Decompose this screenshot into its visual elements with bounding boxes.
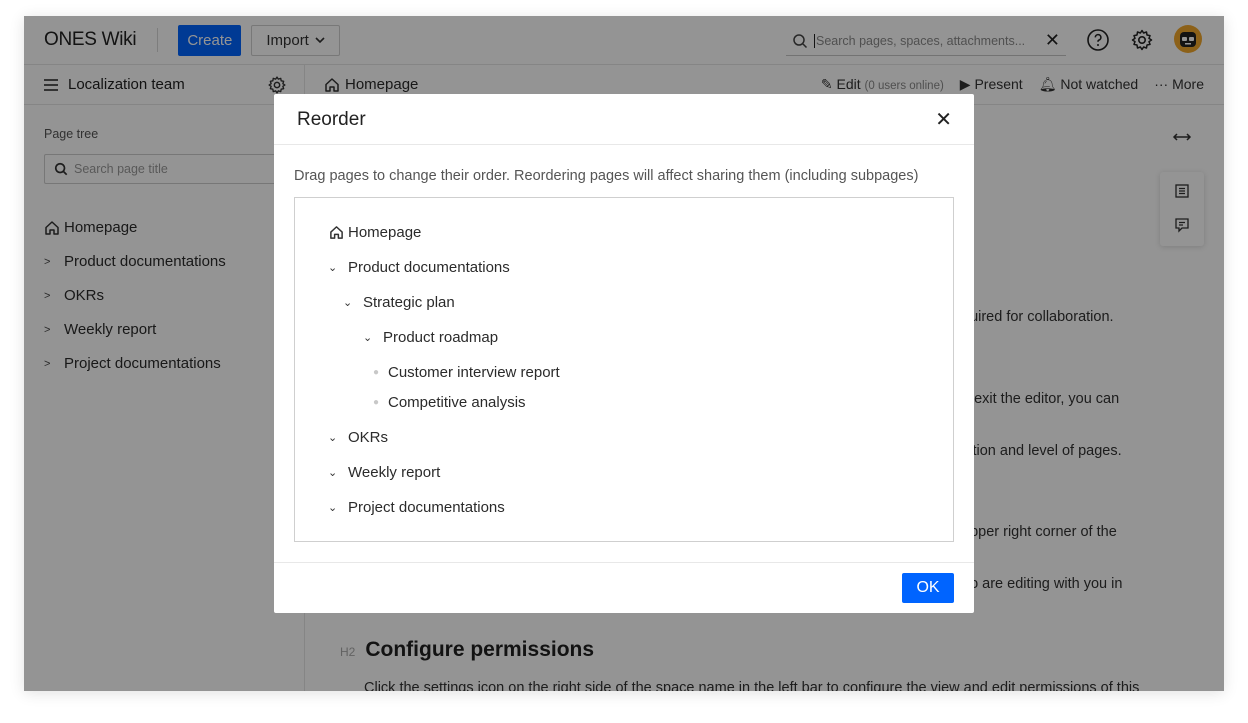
reorder-item-label: OKRs (348, 429, 389, 446)
reorder-item-label: Product documentations (348, 259, 510, 276)
dialog-title: Reorder (297, 109, 366, 130)
reorder-item-label: Homepage (348, 224, 422, 241)
chevron-down-icon[interactable]: ⌄ (328, 261, 348, 274)
bullet-icon: ● (373, 367, 380, 378)
reorder-item-okrs[interactable]: ⌄ OKRs (328, 429, 388, 446)
dialog-header: Reorder ✕ (274, 94, 974, 145)
reorder-item-label: Competitive analysis (388, 394, 526, 411)
reorder-item-label: Customer interview report (388, 364, 560, 381)
reorder-item-label: Product roadmap (383, 329, 499, 346)
reorder-item-weekly-report[interactable]: ⌄ Weekly report (328, 464, 440, 481)
reorder-item-label: Weekly report (348, 464, 441, 481)
chevron-down-icon[interactable]: ⌄ (328, 431, 348, 444)
chevron-down-icon[interactable]: ⌄ (363, 331, 383, 344)
chevron-down-icon[interactable]: ⌄ (328, 466, 348, 479)
reorder-item-competitive-analysis[interactable]: ● Competitive analysis (373, 394, 526, 411)
bullet-icon: ● (373, 397, 380, 408)
reorder-item-label: Strategic plan (363, 294, 455, 311)
reorder-item-strategic-plan[interactable]: ⌄ Strategic plan (343, 294, 455, 311)
home-icon (330, 226, 343, 239)
ok-button[interactable]: OK (902, 573, 954, 603)
reorder-item-homepage[interactable]: Homepage (329, 224, 421, 241)
reorder-item-product-documentations[interactable]: ⌄ Product documentations (328, 259, 510, 276)
chevron-down-icon[interactable]: ⌄ (328, 501, 348, 514)
reorder-dialog: Reorder ✕ Drag pages to change their ord… (274, 94, 974, 613)
reorder-item-customer-interview-report[interactable]: ● Customer interview report (373, 364, 560, 381)
reorder-tree: Homepage ⌄ Product documentations ⌄ Stra… (294, 197, 954, 542)
dialog-footer: OK (274, 562, 974, 613)
close-icon[interactable]: ✕ (935, 107, 952, 132)
dialog-description: Drag pages to change their order. Reorde… (294, 168, 919, 184)
reorder-item-label: Project documentations (348, 499, 505, 516)
reorder-item-project-documentations[interactable]: ⌄ Project documentations (328, 499, 505, 516)
chevron-down-icon[interactable]: ⌄ (343, 296, 363, 309)
reorder-item-product-roadmap[interactable]: ⌄ Product roadmap (363, 329, 498, 346)
